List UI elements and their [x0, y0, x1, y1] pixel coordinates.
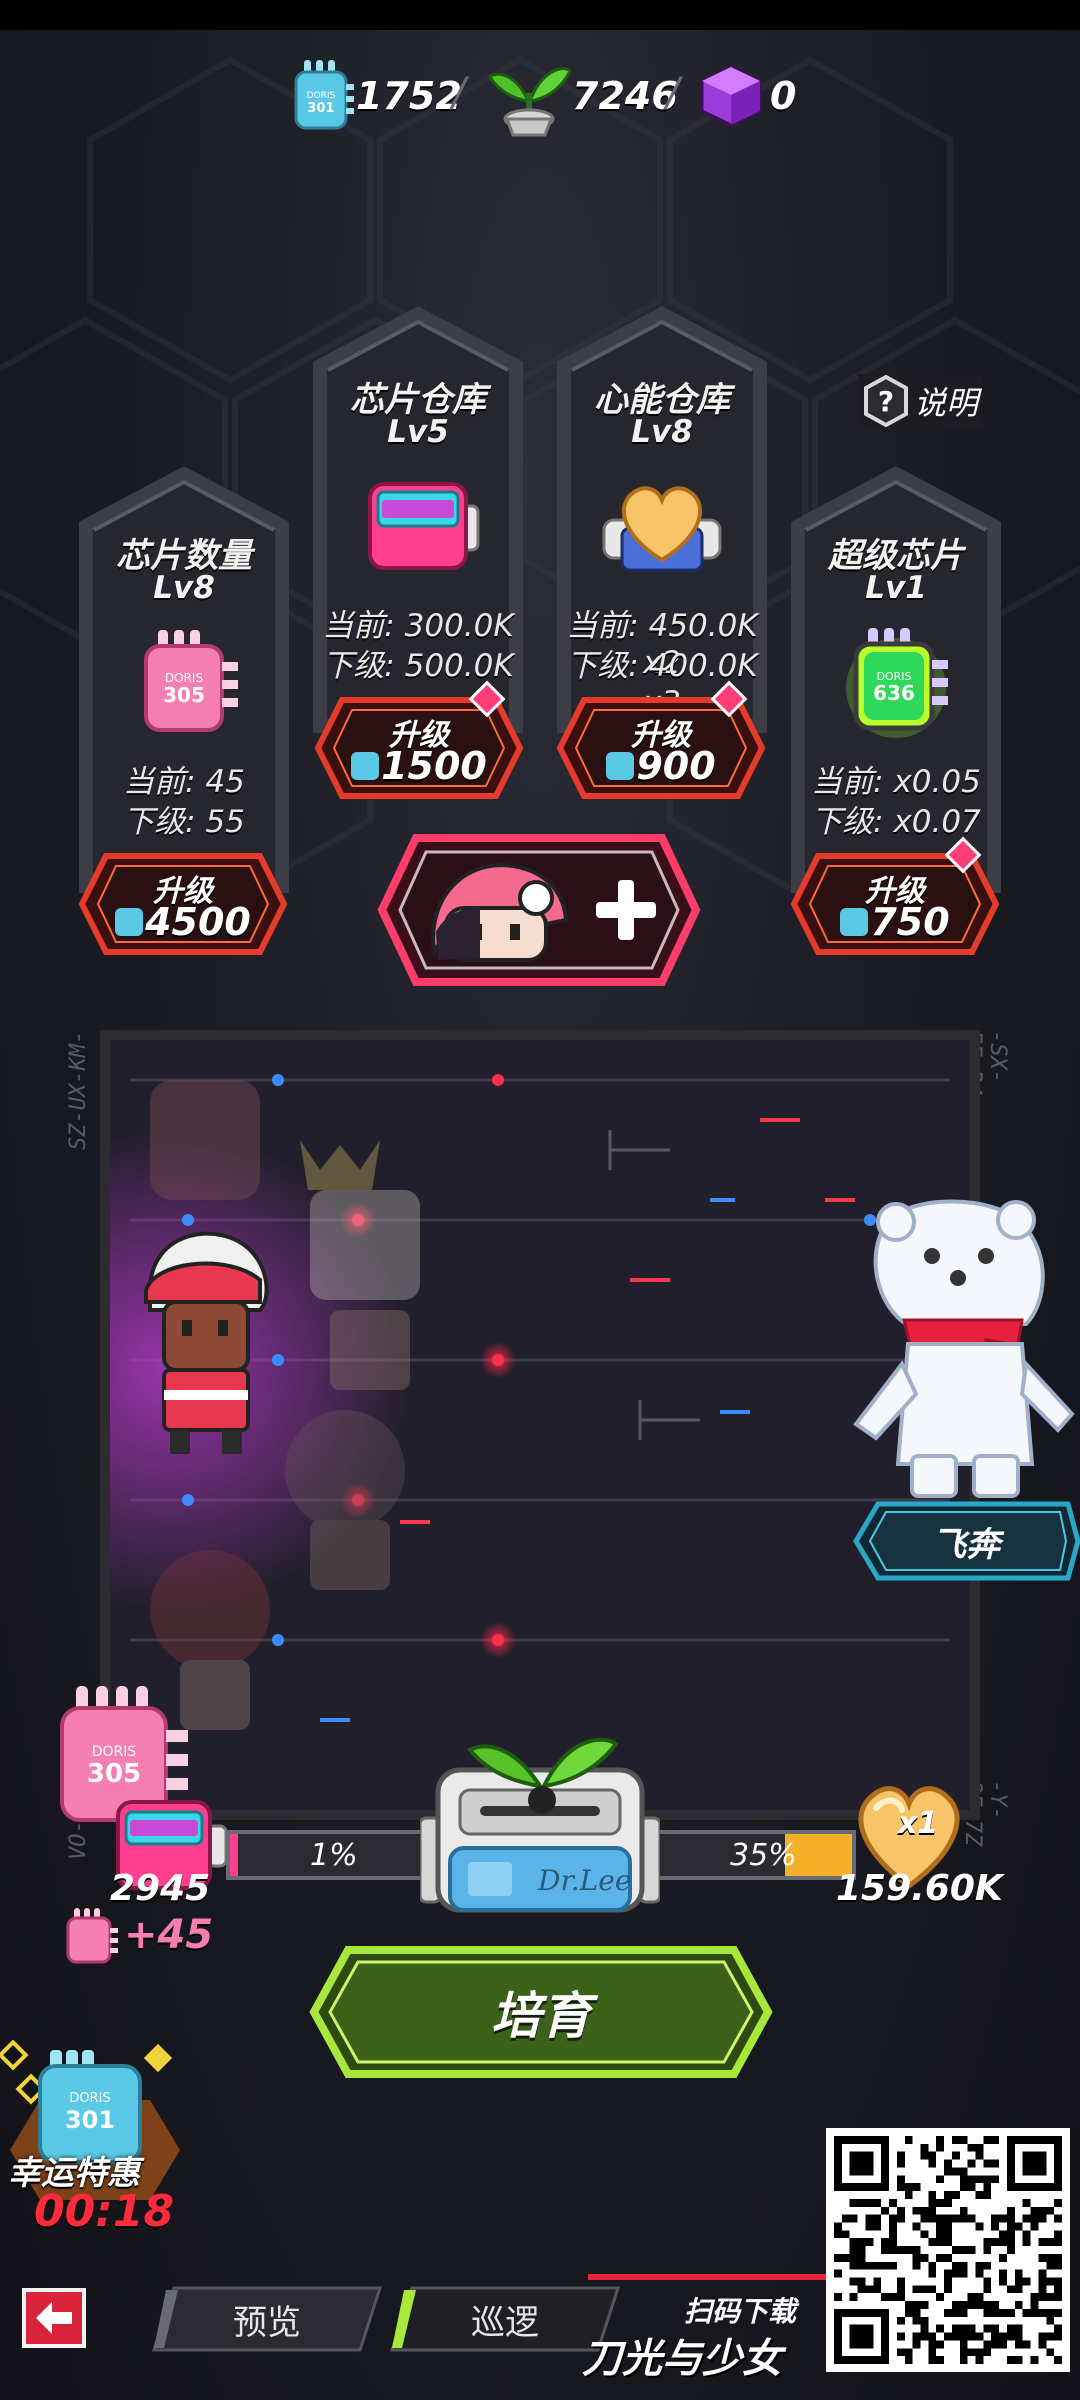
next-stat: 下级: x0.07: [811, 804, 981, 840]
banner-red-line: [588, 2274, 828, 2280]
upgrade-super-chip-button[interactable]: 升级 750: [790, 836, 1000, 956]
grow-label: 培育: [491, 1987, 591, 2045]
card-super-chip: 超级芯片 Lv1 DORIS 636 当前: x0.05 下级: x0.07: [778, 466, 1014, 906]
storage-box-icon: [368, 482, 480, 570]
card-level: Lv8: [153, 570, 215, 606]
add-character-button[interactable]: [376, 832, 702, 988]
chip-icon: DORIS 301: [294, 60, 354, 130]
left-progress-text: 1%: [310, 1838, 358, 1873]
plus-icon: [596, 880, 656, 940]
upgrade-cost: 750: [790, 900, 1000, 944]
chip-count: 1752: [356, 74, 462, 118]
left-progress-bar: 1%: [226, 1830, 438, 1880]
chip-icon: [115, 907, 144, 936]
tab-preview[interactable]: 预览: [152, 2286, 382, 2352]
game-screen: DORIS 301 1752 / 7246 / 0 ? 说明 芯片数量 Lv8 …: [0, 0, 1080, 2400]
current-stat: 当前: 300.0K: [322, 608, 514, 644]
divider: /: [666, 70, 680, 116]
svg-text:DORIS: DORIS: [69, 2091, 110, 2106]
svg-text:?: ?: [878, 385, 894, 418]
card-level: Lv8: [631, 414, 693, 450]
chip-icon: [840, 907, 869, 936]
chip-icon: [351, 751, 380, 780]
upgrade-cost: 900: [556, 744, 766, 788]
heart-tank-icon: [602, 486, 722, 572]
current-stat: 当前: x0.05: [811, 764, 981, 800]
grow-button[interactable]: 培育: [308, 1944, 774, 2080]
sprout-icon: [488, 67, 572, 137]
card-chip-quantity: 芯片数量 Lv8 DORIS 305 当前: 45 下级: 55: [66, 466, 302, 906]
next-stat: 下级: 55: [123, 804, 245, 840]
card-level: Lv5: [387, 414, 449, 450]
download-banner: 扫码下载 刀光与少女: [578, 2270, 830, 2382]
right-progress-text: 35%: [730, 1838, 797, 1873]
qr-code-pattern: [834, 2136, 1062, 2364]
card-chip-storage: 芯片仓库 Lv5 当前: 300.0K 下级: 500.0K: [300, 306, 536, 746]
upgrade-cost: 4500: [78, 900, 288, 944]
sprout-count: 7246: [572, 74, 678, 118]
pink-chip-icon: DORIS 305: [144, 630, 238, 732]
chip-gain: +45: [124, 1912, 214, 1958]
svg-text:DORIS: DORIS: [307, 91, 336, 101]
qr-code: [826, 2128, 1070, 2372]
chip-gain-row: +45: [64, 1906, 213, 1964]
pink-chip-number: 305: [163, 683, 205, 707]
device-label: Dr.Lee: [538, 1864, 632, 1897]
upgrade-chip-quantity-button[interactable]: 升级 4500: [78, 852, 288, 956]
pink-chip-large-number: 305: [87, 1759, 141, 1789]
help-button[interactable]: ? 说明: [858, 374, 982, 428]
game-logo: 刀光与少女: [582, 2336, 782, 2382]
sprout-currency: 7246: [486, 50, 678, 142]
incubator-device[interactable]: Dr.Lee: [418, 1700, 662, 1920]
chip-currency: DORIS 301 1752: [292, 50, 462, 142]
question-icon: ?: [864, 375, 908, 427]
tab-patrol-label: 巡逻: [471, 2302, 539, 2343]
green-chip-number: 636: [873, 681, 915, 705]
side-code-left-top: SZ-UX-KM-: [66, 1030, 91, 1150]
lucky-deal-button[interactable]: DORIS 301 幸运特惠 00:18: [0, 2040, 200, 2240]
arena-scene: [110, 1040, 970, 1810]
heart-amount: 159.60K: [836, 1868, 1003, 1909]
divider: /: [452, 70, 466, 116]
card-level: Lv1: [865, 570, 927, 606]
lucky-chip-number: 301: [65, 2106, 115, 2134]
card-heart-storage: 心能仓库 Lv8 当前: 450.0K x2 下级: 400.0K x3: [544, 306, 780, 746]
help-label: 说明: [914, 384, 979, 422]
back-arrow-icon: [36, 2302, 72, 2334]
green-chip-icon: DORIS 636: [846, 628, 948, 738]
chip-total: 2945: [110, 1868, 211, 1909]
back-button[interactable]: [22, 2288, 86, 2348]
fly-label: 飞奔: [932, 1524, 1000, 1565]
fly-button[interactable]: 飞奔: [852, 1500, 1080, 1582]
upgrade-chip-storage-button[interactable]: 升级 1500: [314, 680, 524, 800]
heart-multiplier: x1: [898, 1806, 939, 1841]
cube-count: 0: [770, 74, 797, 118]
left-progress-fill: [230, 1834, 239, 1876]
lucky-deal-timer: 00:18: [34, 2186, 175, 2237]
upgrade-heart-storage-button[interactable]: 升级 900: [556, 680, 766, 800]
right-progress-bar: 35%: [656, 1830, 856, 1880]
chip-icon: [606, 751, 635, 780]
tab-preview-label: 预览: [233, 2302, 301, 2343]
svg-text:DORIS: DORIS: [92, 1744, 137, 1760]
polar-bear-character: [853, 1199, 1075, 1498]
upgrade-cost: 1500: [314, 744, 524, 788]
cube-icon: [700, 65, 762, 127]
pink-chip-small-icon: [66, 1908, 118, 1964]
current-stat: 当前: 45: [123, 764, 245, 800]
cube-currency: 0: [698, 50, 796, 142]
next-stat: 下级: 500.0K: [322, 648, 514, 684]
scan-label: 扫码下载: [684, 2295, 797, 2328]
svg-text:301: 301: [307, 101, 334, 116]
